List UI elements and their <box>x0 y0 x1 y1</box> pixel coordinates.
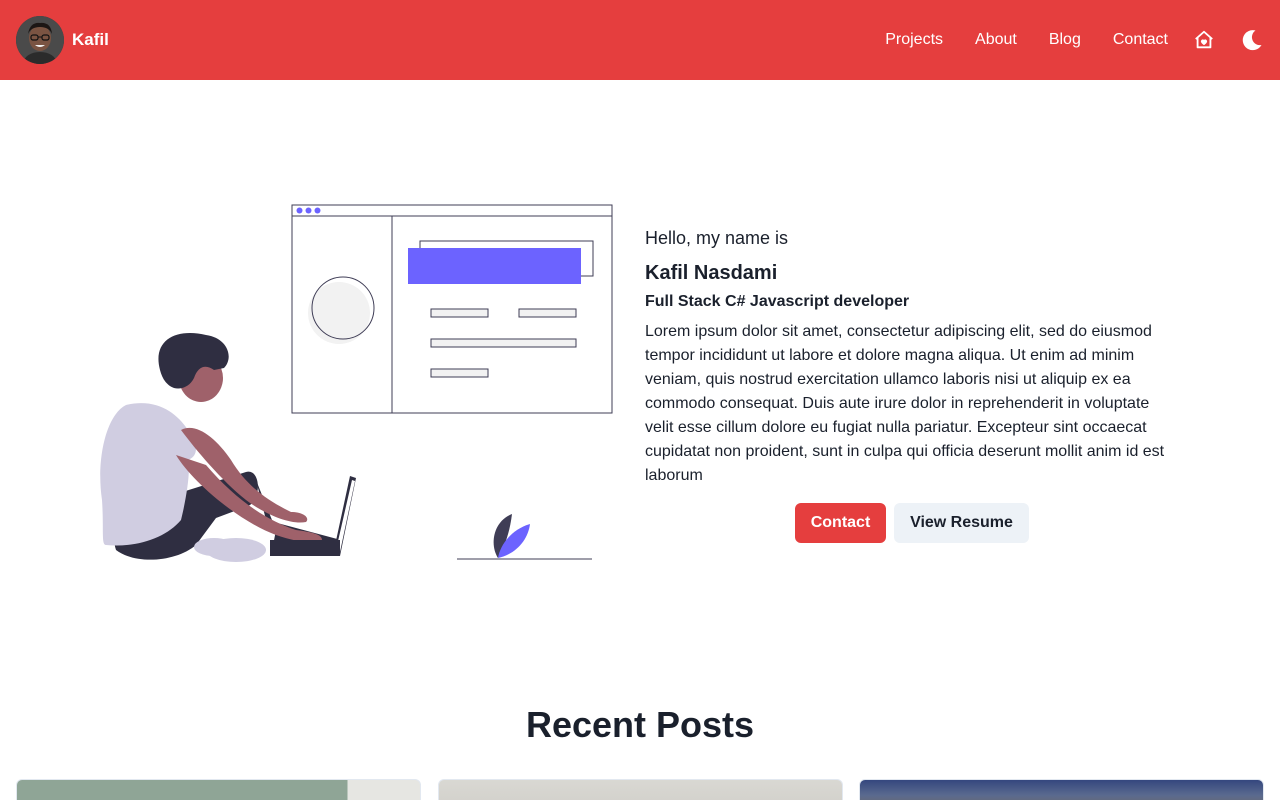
post-card-image[interactable] <box>437 779 843 800</box>
hero-buttons: Contact View Resume <box>795 503 1029 543</box>
moon-icon[interactable] <box>1240 28 1264 52</box>
brand-link[interactable]: Kafil <box>16 16 109 64</box>
hero-intro: Hello, my name is Kafil Nasdami Full Sta… <box>645 226 1175 488</box>
person-name: Kafil Nasdami <box>645 262 778 284</box>
top-navbar: Kafil Projects About Blog Contact <box>0 0 1280 80</box>
post-card-image[interactable] <box>859 779 1264 800</box>
home-heart-icon[interactable] <box>1192 28 1216 52</box>
greeting-text: Hello, my name is <box>645 228 789 248</box>
recent-posts-title: Recent Posts <box>525 704 755 745</box>
job-title: Full Stack C# Javascript developer <box>645 293 910 310</box>
hero-illustration <box>96 200 618 568</box>
nav-blog[interactable]: Blog <box>1049 31 1081 49</box>
nav-about[interactable]: About <box>975 31 1017 49</box>
contact-button[interactable]: Contact <box>795 503 886 543</box>
main-nav: Projects About Blog Contact <box>885 28 1264 52</box>
avatar <box>16 16 64 64</box>
recent-posts-list <box>16 779 1264 800</box>
brand-name: Kafil <box>72 30 109 49</box>
nav-contact[interactable]: Contact <box>1113 31 1168 49</box>
post-card-image[interactable] <box>16 779 421 800</box>
view-resume-button[interactable]: View Resume <box>894 503 1029 543</box>
nav-projects[interactable]: Projects <box>885 31 943 49</box>
bio-paragraph: Lorem ipsum dolor sit amet, consectetur … <box>645 323 1165 484</box>
